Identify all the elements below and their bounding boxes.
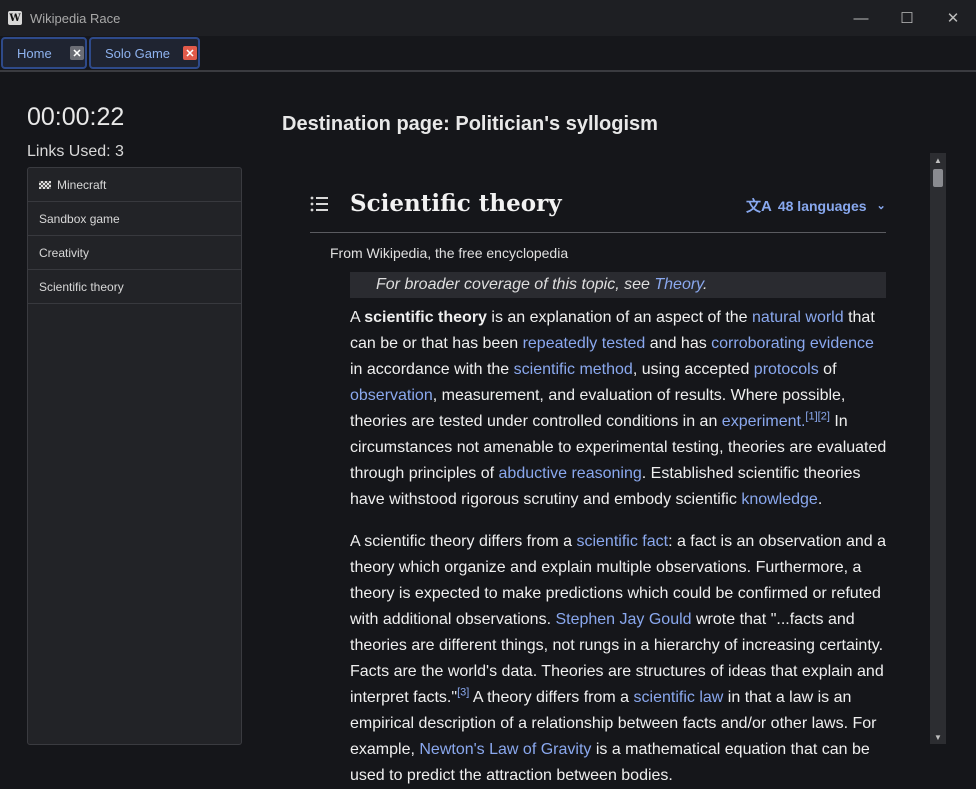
tab-home-close-icon[interactable]: ✕ (70, 46, 84, 60)
hatnote-suffix: . (702, 276, 708, 293)
wikipedia-app-icon: W (8, 11, 22, 25)
article-link[interactable]: scientific method (514, 361, 633, 378)
citation-link[interactable]: [2] (818, 411, 830, 423)
history-item-minecraft[interactable]: Minecraft (28, 168, 241, 202)
citation-link[interactable]: [1] (805, 411, 817, 423)
table-of-contents-icon[interactable] (310, 196, 328, 212)
article-link[interactable]: experiment (722, 413, 801, 430)
article-scrollbar[interactable]: ▲ ▼ (930, 153, 946, 744)
article-link[interactable]: protocols (754, 361, 819, 378)
history-item-label: Creativity (39, 245, 90, 260)
article-link[interactable]: Newton's Law of Gravity (419, 741, 591, 758)
hatnote-link-theory[interactable]: Theory (654, 276, 703, 293)
article-link[interactable]: corroborating evidence (711, 335, 874, 352)
game-timer: 00:00:22 (27, 103, 125, 131)
history-item-label: Minecraft (57, 177, 107, 192)
citation-link[interactable]: [3] (457, 687, 469, 699)
scroll-down-arrow-icon[interactable]: ▼ (930, 730, 946, 744)
close-window-button[interactable]: ✕ (930, 0, 976, 36)
article-link[interactable]: scientific fact (576, 533, 668, 550)
article-text: A (350, 309, 365, 326)
history-item-sandbox-game[interactable]: Sandbox game (28, 202, 241, 236)
hatnote: For broader coverage of this topic, see … (350, 272, 886, 298)
maximize-button[interactable]: ☐ (884, 0, 930, 36)
article-link[interactable]: observation (350, 387, 433, 404)
article-paragraph-1: A scientific theory is an explanation of… (350, 305, 890, 513)
article-text: . (817, 491, 823, 508)
tab-solo-game-close-icon[interactable]: ✕ (183, 46, 197, 60)
article-text: A scientific theory differs from a (350, 533, 577, 550)
article-text: scientific theory (364, 309, 487, 326)
translate-icon: 文A (746, 198, 772, 215)
article-text: is an explanation of an aspect of the (486, 309, 753, 326)
checkered-flag-icon (39, 180, 51, 189)
article-text: of (818, 361, 837, 378)
article-text: A theory differs from a (469, 689, 634, 706)
tab-solo-game[interactable]: Solo Game ✕ (89, 37, 200, 69)
hatnote-text: For broader coverage of this topic, see (376, 276, 655, 293)
article-text: and has (645, 335, 712, 352)
languages-button[interactable]: 文A 48 languages ⌄ (746, 195, 886, 216)
article-text: , using accepted (632, 361, 754, 378)
window-title: Wikipedia Race (30, 10, 121, 26)
article-link[interactable]: repeatedly tested (523, 335, 646, 352)
title-divider (310, 232, 886, 233)
article-tagline: From Wikipedia, the free encyclopedia (330, 245, 569, 261)
tab-bar: Home ✕ Solo Game ✕ (0, 36, 976, 72)
tab-home-label: Home (17, 45, 52, 61)
scrollbar-thumb[interactable] (933, 169, 943, 187)
article-link[interactable]: Stephen Jay Gould (555, 611, 691, 628)
article-text: in accordance with the (350, 361, 514, 378)
history-item-label: Scientific theory (39, 279, 124, 294)
destination-page-heading: Destination page: Politician's syllogism (282, 113, 658, 135)
minimize-button[interactable]: — (838, 0, 884, 36)
tab-solo-game-label: Solo Game (105, 45, 171, 61)
links-used-counter: Links Used: 3 (27, 143, 124, 160)
scroll-up-arrow-icon[interactable]: ▲ (930, 153, 946, 167)
history-item-scientific-theory[interactable]: Scientific theory (28, 270, 241, 304)
window-controls: — ☐ ✕ (838, 0, 976, 36)
article-title: Scientific theory (350, 190, 562, 217)
article-link[interactable]: natural world (752, 309, 844, 326)
article-link[interactable]: knowledge (741, 491, 818, 508)
article-paragraph-2: A scientific theory differs from a scien… (350, 529, 890, 789)
tab-home[interactable]: Home ✕ (1, 37, 87, 69)
title-bar: W Wikipedia Race — ☐ ✕ (0, 0, 976, 36)
languages-label: 48 languages (777, 197, 867, 214)
visited-pages-list: Minecraft Sandbox game Creativity Scient… (27, 167, 242, 745)
history-item-label: Sandbox game (39, 211, 120, 226)
article-link[interactable]: scientific law (634, 689, 724, 706)
article-link[interactable]: abductive reasoning (499, 465, 642, 482)
history-item-creativity[interactable]: Creativity (28, 236, 241, 270)
chevron-down-icon: ⌄ (876, 200, 886, 212)
